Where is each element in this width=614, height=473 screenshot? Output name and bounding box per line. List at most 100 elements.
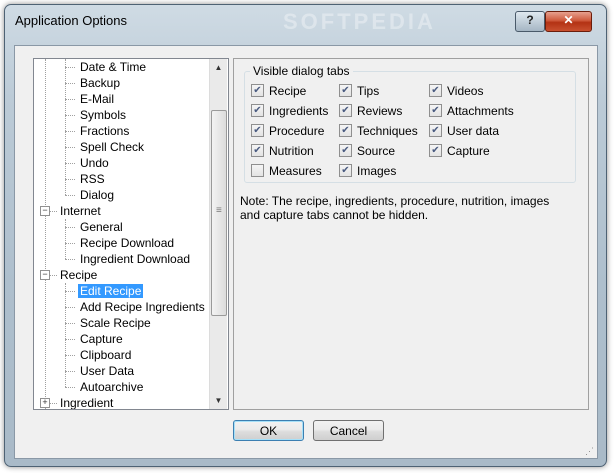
tree-item-label: Recipe Download (80, 236, 175, 250)
cancel-button[interactable]: Cancel (313, 420, 384, 441)
tree-item-label: Fractions (80, 124, 130, 138)
tree-connector (65, 67, 75, 68)
tree-connector (65, 163, 75, 164)
checkbox-nutrition[interactable]: ✔ Nutrition (251, 143, 314, 159)
checkbox-recipe[interactable]: ✔ Recipe (251, 83, 306, 99)
checkmark-icon[interactable]: ✔ (339, 164, 352, 178)
tree-connector (65, 115, 75, 116)
scrollbar-thumb[interactable]: ≡ (211, 110, 227, 316)
tree-item[interactable]: User Data (78, 363, 136, 379)
tree-item[interactable]: Clipboard (78, 347, 133, 363)
collapse-icon[interactable]: − (40, 206, 50, 216)
tree-item-label: Undo (80, 156, 109, 170)
tree-item[interactable]: Symbols (78, 107, 128, 123)
tree-connector (65, 243, 75, 244)
tree-item[interactable]: Undo (78, 155, 111, 171)
tree-item[interactable]: Date & Time (78, 59, 148, 75)
checkmark-icon[interactable]: ✔ (339, 124, 352, 138)
tree-item[interactable]: Recipe Download (78, 235, 176, 251)
tree-item-label: Dialog (80, 188, 115, 202)
tree-item[interactable]: Capture (78, 331, 125, 347)
checkmark-icon[interactable]: ✔ (251, 144, 264, 158)
checkbox-attachments[interactable]: ✔ Attachments (429, 103, 514, 119)
checkmark-icon[interactable]: ✔ (251, 104, 264, 118)
checkbox-measures[interactable]: Measures (251, 163, 322, 179)
tree-connector (65, 371, 75, 372)
checkbox-label: Videos (447, 84, 484, 98)
options-panel: Visible dialog tabs ✔ Recipe ✔ Tips ✔ Videos ✔… (233, 58, 589, 410)
checkmark-icon[interactable]: ✔ (339, 104, 352, 118)
checkbox-procedure[interactable]: ✔ Procedure (251, 123, 324, 139)
checkmark-icon[interactable]: ✔ (251, 124, 264, 138)
scroll-up-icon[interactable]: ▲ (210, 59, 227, 76)
tree-item[interactable]: Edit Recipe (78, 283, 144, 299)
checkbox-label: Measures (269, 164, 322, 178)
tree-connector (65, 131, 75, 132)
checkbox-reviews[interactable]: ✔ Reviews (339, 103, 402, 119)
tree-item[interactable]: General (78, 219, 125, 235)
tree-connector (65, 307, 75, 308)
close-button[interactable]: ✕ (545, 11, 592, 32)
title-bar[interactable]: Application Options SOFTPEDIA ? ✕ (5, 5, 606, 35)
tree-item[interactable]: Autoarchive (78, 379, 145, 395)
window-title: Application Options (15, 13, 128, 28)
checkbox-ingredients[interactable]: ✔ Ingredients (251, 103, 328, 119)
checkmark-icon[interactable]: ✔ (339, 144, 352, 158)
checkbox-label: Procedure (269, 124, 325, 138)
tree-item[interactable]: Fractions (78, 123, 131, 139)
tree-item-label: Date & Time (80, 60, 147, 74)
tree-guide-line (65, 59, 66, 195)
tree-item-label: Recipe (60, 268, 98, 282)
tree-item[interactable]: Ingredient Download (78, 251, 192, 267)
tree-item[interactable]: Dialog (78, 187, 116, 203)
tree-connector (65, 323, 75, 324)
tree-item[interactable]: Scale Recipe (78, 315, 153, 331)
tree-item[interactable]: Spell Check (78, 139, 146, 155)
resize-grip-icon[interactable]: ⋰ (585, 446, 595, 456)
tree-guide-line (65, 219, 66, 259)
checkbox-capture[interactable]: ✔ Capture (429, 143, 490, 159)
tree-item[interactable]: Ingredient (58, 395, 115, 409)
ok-button[interactable]: OK (233, 420, 304, 441)
tree-item[interactable]: Internet (58, 203, 103, 219)
tree-item[interactable]: Add Recipe Ingredients (78, 299, 207, 315)
options-tree[interactable]: Date & Time Backup E-Mail Symbols Fractions S… (33, 58, 229, 410)
scroll-down-icon[interactable]: ▼ (210, 392, 227, 409)
checkbox-tips[interactable]: ✔ Tips (339, 83, 379, 99)
checkmark-icon[interactable]: ✔ (429, 84, 442, 98)
checkbox-images[interactable]: ✔ Images (339, 163, 396, 179)
tree-item[interactable]: Recipe (58, 267, 99, 283)
tree-item-label: General (80, 220, 123, 234)
tree-connector (49, 275, 57, 276)
expand-icon[interactable]: + (40, 398, 50, 408)
tree-item[interactable]: Backup (78, 75, 122, 91)
checkmark-icon[interactable]: ✔ (429, 144, 442, 158)
empty-checkbox-icon[interactable] (251, 164, 264, 178)
tree-connector (65, 339, 75, 340)
tree-item-label: Capture (80, 332, 123, 346)
help-button[interactable]: ? (515, 11, 545, 32)
tree-item-label: Scale Recipe (80, 316, 151, 330)
checkmark-icon[interactable]: ✔ (429, 124, 442, 138)
tree-item-label: RSS (80, 172, 105, 186)
checkbox-source[interactable]: ✔ Source (339, 143, 395, 159)
grip-icon: ≡ (216, 205, 222, 216)
collapse-icon[interactable]: − (40, 270, 50, 280)
checkbox-videos[interactable]: ✔ Videos (429, 83, 483, 99)
tree-item-label: Backup (80, 76, 121, 90)
checkmark-icon[interactable]: ✔ (339, 84, 352, 98)
checkbox-label: Capture (447, 144, 490, 158)
tree-item-label: Autoarchive (80, 380, 144, 394)
checkbox-label: Techniques (357, 124, 418, 138)
checkmark-icon[interactable]: ✔ (251, 84, 264, 98)
checkmark-icon[interactable]: ✔ (429, 104, 442, 118)
tree-item[interactable]: RSS (78, 171, 107, 187)
tree-guide-line (65, 283, 66, 387)
checkbox-techniques[interactable]: ✔ Techniques (339, 123, 418, 139)
checkbox-user-data[interactable]: ✔ User data (429, 123, 499, 139)
tree-item-label: Spell Check (80, 140, 145, 154)
tree-scrollbar[interactable]: ▲ ≡ ▼ (209, 59, 227, 409)
tree-item[interactable]: E-Mail (78, 91, 116, 107)
tree-connector (65, 291, 75, 292)
checkbox-label: User data (447, 124, 500, 138)
